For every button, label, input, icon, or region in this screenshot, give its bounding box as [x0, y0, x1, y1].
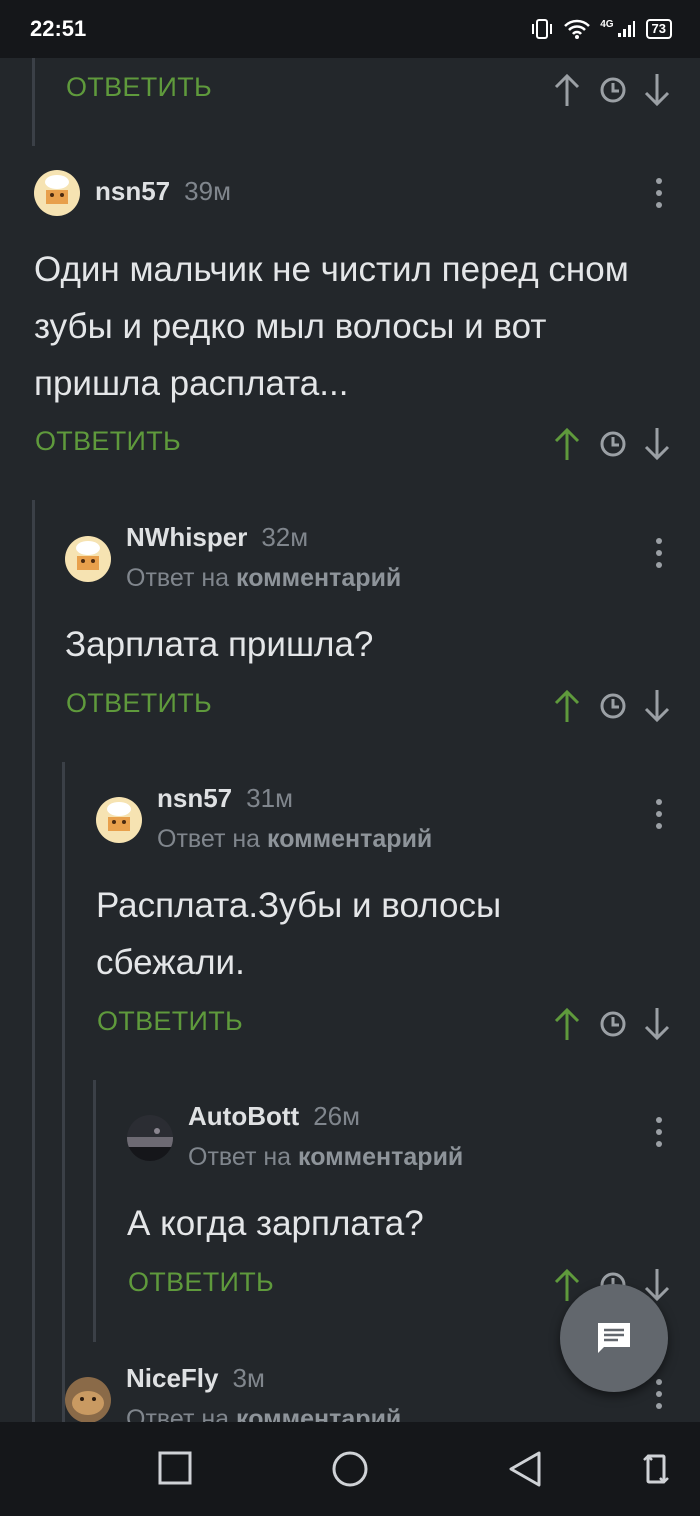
comment-header: AutoBott 26м: [188, 1101, 360, 1132]
avatar[interactable]: [65, 536, 111, 582]
recent-apps-icon[interactable]: [158, 1450, 192, 1486]
signal-icon: [617, 21, 635, 37]
vote-actions: [552, 426, 670, 462]
reply-button[interactable]: ОТВЕТИТЬ: [35, 426, 181, 457]
rotate-icon[interactable]: [642, 1450, 670, 1488]
comment-time: 31м: [246, 783, 293, 813]
reply-button[interactable]: ОТВЕТИТЬ: [128, 1267, 274, 1298]
comment-time: 32м: [261, 522, 309, 552]
status-bar: 22:51 4G 73: [0, 0, 700, 58]
vote-actions: [552, 72, 670, 108]
clock-icon[interactable]: [598, 1006, 628, 1042]
wifi-icon: [564, 19, 591, 39]
upvote-icon[interactable]: [552, 426, 582, 462]
comment-text: Один мальчик не чистил перед сном зубы и…: [34, 250, 629, 403]
thread-line: [32, 500, 35, 1422]
reply-to: Ответ на комментарий: [126, 1405, 401, 1422]
more-icon[interactable]: [654, 1379, 664, 1415]
comment-header: nsn57 39м: [95, 176, 231, 207]
thread-line: [93, 1080, 96, 1342]
avatar-image: [96, 797, 142, 843]
reply-prefix: Ответ на: [188, 1143, 292, 1171]
comment-text: Расплата.Зубы и волосы сбежали.: [96, 886, 502, 982]
thread-line: [32, 58, 35, 146]
comment: nsn57 39м Один мальчик не чистил перед сн…: [34, 170, 674, 470]
clock-icon[interactable]: [598, 72, 628, 108]
comment-time: 39м: [184, 176, 231, 206]
author-name[interactable]: AutoBott: [188, 1101, 299, 1131]
avatar-image: [34, 170, 80, 216]
comments-feed[interactable]: ОТВЕТИТЬ nsn57 39м Один мальчик не чистил…: [0, 58, 700, 1422]
reply-target-link[interactable]: комментарий: [236, 1405, 401, 1422]
upvote-icon[interactable]: [552, 72, 582, 108]
more-icon[interactable]: [654, 799, 664, 835]
status-icons: 4G 73: [530, 14, 672, 44]
reply-prefix: Ответ на: [157, 825, 261, 853]
avatar-image: [65, 1377, 111, 1422]
reply-to: Ответ на комментарий: [157, 825, 432, 854]
more-icon[interactable]: [654, 538, 664, 574]
thread-line: [62, 762, 65, 1422]
clock-icon[interactable]: [598, 688, 628, 724]
author-name[interactable]: nsn57: [157, 783, 232, 813]
comment-time: 26м: [313, 1101, 360, 1131]
downvote-icon[interactable]: [642, 688, 672, 724]
avatar-image: [65, 536, 111, 582]
avatar[interactable]: [34, 170, 80, 216]
comment-fab-icon: [598, 1323, 630, 1353]
downvote-icon[interactable]: [642, 72, 672, 108]
reply-prefix: Ответ на: [126, 1405, 230, 1422]
downvote-icon[interactable]: [642, 426, 672, 462]
reply-to: Ответ на комментарий: [188, 1143, 463, 1172]
avatar[interactable]: [65, 1377, 111, 1422]
comment-header: NWhisper 32м: [126, 522, 308, 553]
battery-icon: 73: [645, 19, 672, 39]
reply-button[interactable]: ОТВЕТИТЬ: [97, 1006, 243, 1037]
comment-text: А когда зарплата?: [127, 1204, 424, 1243]
comment: NWhisper 32м Ответ на комментарий Зарплат…: [65, 522, 675, 762]
more-icon[interactable]: [654, 1117, 664, 1153]
reply-target-link[interactable]: комментарий: [298, 1143, 463, 1171]
comment: nsn57 31м Ответ на комментарий Расплата.З…: [96, 783, 676, 1023]
author-name[interactable]: nsn57: [95, 176, 170, 206]
reply-target-link[interactable]: комментарий: [267, 825, 432, 853]
network-type: 4G: [600, 18, 614, 30]
author-name[interactable]: NWhisper: [126, 522, 247, 552]
home-icon[interactable]: [331, 1450, 369, 1488]
more-icon[interactable]: [654, 178, 664, 214]
upvote-icon[interactable]: [552, 688, 582, 724]
navigation-bar: [0, 1422, 700, 1516]
comment-header: NiceFly 3м: [126, 1363, 265, 1394]
vote-actions: [552, 688, 670, 724]
upvote-icon[interactable]: [552, 1006, 582, 1042]
back-icon[interactable]: [507, 1450, 543, 1488]
downvote-icon[interactable]: [642, 1006, 672, 1042]
author-name[interactable]: NiceFly: [126, 1363, 219, 1393]
status-time: 22:51: [30, 16, 87, 41]
reply-prefix: Ответ на: [126, 564, 230, 592]
comment-header: nsn57 31м: [157, 783, 293, 814]
vibrate-icon: [532, 19, 553, 39]
comment-time: 3м: [232, 1363, 265, 1393]
clock-icon[interactable]: [598, 426, 628, 462]
avatar-image: [127, 1115, 173, 1161]
reply-to: Ответ на комментарий: [126, 564, 401, 593]
avatar[interactable]: [127, 1115, 173, 1161]
reply-button[interactable]: ОТВЕТИТЬ: [66, 688, 212, 719]
reply-button[interactable]: ОТВЕТИТЬ: [66, 72, 212, 103]
comment-fab-button[interactable]: [560, 1284, 668, 1392]
comment-text: Зарплата пришла?: [65, 625, 374, 664]
reply-target-link[interactable]: комментарий: [236, 564, 401, 592]
avatar[interactable]: [96, 797, 142, 843]
vote-actions: [552, 1006, 670, 1042]
